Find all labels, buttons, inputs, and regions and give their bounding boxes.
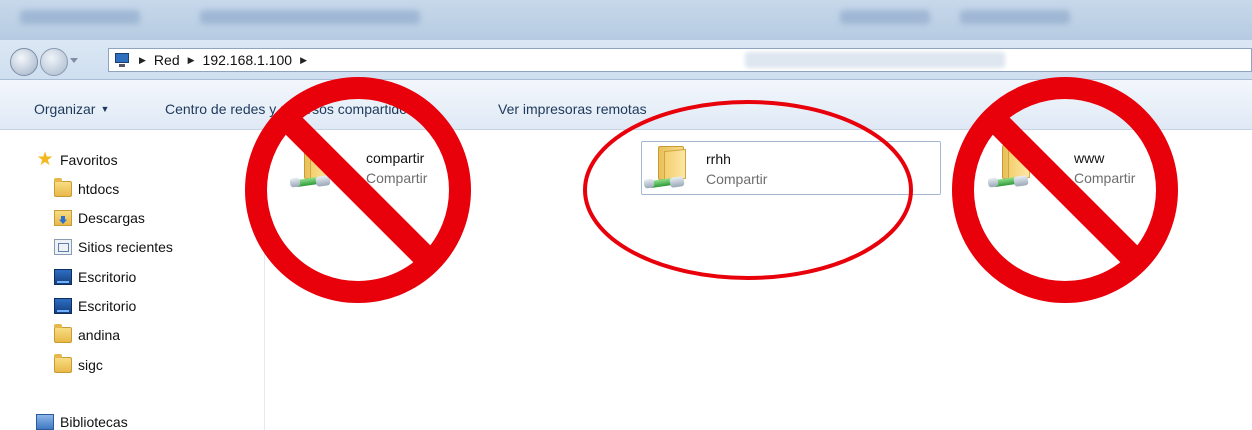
network-share-icon: [642, 174, 688, 190]
share-name: www: [1074, 150, 1105, 166]
share-type: Compartir: [706, 171, 768, 187]
content-pane: compartir Compartir rrhh Compartir www C…: [266, 131, 1252, 430]
chevron-right-icon[interactable]: ▶: [139, 55, 146, 66]
chevron-down-icon: ▼: [100, 104, 110, 114]
share-item-compartir[interactable]: compartir Compartir: [288, 141, 588, 195]
window-title-bar: [0, 0, 1252, 40]
forward-button[interactable]: [40, 48, 68, 76]
nav-item-andina[interactable]: andina: [54, 324, 120, 346]
organize-label: Organizar: [34, 101, 96, 117]
share-type: Compartir: [1074, 170, 1136, 186]
network-share-icon: [986, 173, 1032, 189]
nav-item-label: Escritorio: [78, 298, 137, 314]
blurred-background-element: [745, 52, 1005, 68]
breadcrumb-host[interactable]: 192.168.1.100: [203, 52, 293, 68]
nav-item-label: Descargas: [78, 210, 145, 226]
command-bar: Organizar ▼ Centro de redes y recursos co…: [0, 80, 1252, 130]
network-share-icon: [288, 173, 334, 189]
network-center-button[interactable]: Centro de redes y recursos compartidos: [165, 101, 414, 117]
recent-pages-chevron-down-icon[interactable]: [70, 58, 78, 63]
folder-icon: [54, 178, 72, 197]
share-name: compartir: [366, 150, 425, 166]
recent-places-icon: [54, 239, 72, 255]
desktop-icon: [54, 269, 72, 285]
nav-item-label: htdocs: [78, 181, 120, 197]
folder-icon: [54, 324, 72, 343]
share-type: Compartir: [366, 170, 428, 186]
nav-item-label: sigc: [78, 357, 103, 373]
network-computer-icon: [113, 52, 131, 68]
nav-item-htdocs[interactable]: htdocs: [54, 178, 119, 200]
remote-printers-button[interactable]: Ver impresoras remotas: [498, 101, 647, 117]
nav-libraries[interactable]: Bibliotecas: [36, 411, 128, 430]
share-name: rrhh: [706, 151, 731, 167]
navigation-pane: ★ Favoritos htdocs Descargas Sitios reci…: [0, 131, 265, 430]
libraries-icon: [36, 414, 54, 430]
nav-favorites[interactable]: ★ Favoritos: [36, 149, 118, 171]
address-bar[interactable]: ▶ Red ▶ 192.168.1.100 ▶: [108, 48, 1252, 72]
share-item-www[interactable]: www Compartir: [986, 141, 1252, 195]
organize-button[interactable]: Organizar ▼: [34, 101, 109, 117]
back-button[interactable]: [10, 48, 38, 76]
nav-item-escritorio[interactable]: Escritorio: [54, 266, 136, 288]
nav-favorites-label: Favoritos: [60, 152, 118, 168]
nav-item-label: andina: [78, 327, 121, 343]
nav-item-label: Escritorio: [78, 269, 137, 285]
nav-item-escritorio-2[interactable]: Escritorio: [54, 295, 136, 317]
nav-libraries-label: Bibliotecas: [60, 414, 128, 430]
folder-icon: [54, 354, 72, 373]
desktop-icon: [54, 298, 72, 314]
nav-item-label: Sitios recientes: [78, 239, 173, 255]
nav-item-sigc[interactable]: sigc: [54, 354, 103, 376]
downloads-icon: [54, 210, 72, 226]
star-icon: ★: [36, 149, 54, 170]
chevron-right-icon[interactable]: ▶: [188, 55, 195, 66]
chevron-right-icon[interactable]: ▶: [300, 55, 307, 66]
share-item-rrhh[interactable]: rrhh Compartir: [641, 141, 941, 195]
nav-item-sitios-recientes[interactable]: Sitios recientes: [54, 236, 173, 258]
breadcrumb-red[interactable]: Red: [154, 52, 180, 68]
nav-item-descargas[interactable]: Descargas: [54, 207, 145, 229]
